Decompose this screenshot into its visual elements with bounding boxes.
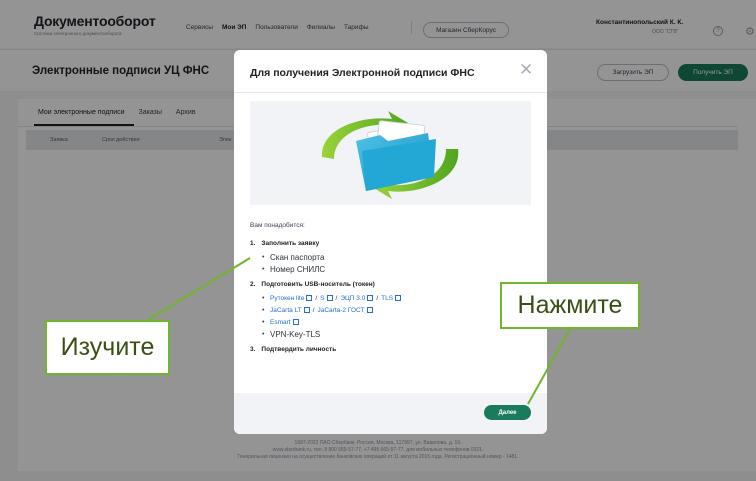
step-title: Подготовить USB-носитель (токен) [261,281,375,288]
next-button[interactable]: Далее [484,405,531,420]
step-number: 1. [250,240,256,247]
token-links-row-1: Рутокен lite/S/ЭЦП 3.0/TLS [262,293,535,305]
separator: / [315,295,318,302]
step-number: 3. [250,346,256,353]
external-link-icon [395,295,402,302]
step-3: 3. Подтвердить личность [250,346,535,353]
step-2-items: Рутокен lite/S/ЭЦП 3.0/TLS JaCarta LT/Ja… [262,293,535,341]
step-2: 2. Подготовить USB-носитель (токен) [250,281,535,288]
link-ecp-3[interactable]: ЭЦП 3.0 [340,295,365,302]
list-item: Скан паспорта [262,252,535,264]
link-tls[interactable]: TLS [381,295,393,302]
step-1: 1. Заполнить заявку [250,240,535,247]
step-title: Подтвердить личность [261,346,337,353]
external-link-icon [366,307,373,314]
token-links-row-3: Esmart [262,317,535,329]
list-item: VPN-Key-TLS [262,329,535,341]
external-link-icon [292,319,299,326]
separator: / [312,307,315,314]
modal-title: Для получения Электронной подписи ФНС [250,67,475,79]
requirements-label: Вам понадобится: [250,222,305,229]
modal-footer: Далее [234,393,547,434]
token-links-row-2: JaCarta LT /JaCarta-2 ГОСТ [262,305,535,317]
link-esmart[interactable]: Esmart [270,319,291,326]
link-jacarta-2-gost[interactable]: JaCarta-2 ГОСТ [317,307,364,314]
step-number: 2. [250,281,256,288]
external-link-icon [367,295,374,302]
separator: / [335,295,338,302]
modal-divider [234,92,547,93]
link-rutoken-s[interactable]: S [320,295,324,302]
folder-arrows-icon [321,111,459,199]
close-icon[interactable]: ✕ [519,61,533,78]
callout-press: Нажмите [500,282,640,329]
folder-illustration [250,101,531,205]
link-rutoken-lite[interactable]: Рутокен lite [270,295,304,302]
external-link-icon [303,307,310,314]
steps-list: 1. Заполнить заявку Скан паспорта Номер … [250,240,535,353]
signature-modal: Для получения Электронной подписи ФНС ✕ [234,50,547,434]
separator: / [376,295,379,302]
step-1-items: Скан паспорта Номер СНИЛС [262,252,535,276]
list-item: Номер СНИЛС [262,264,535,276]
external-link-icon [306,295,313,302]
link-jacarta-lt[interactable]: JaCarta LT [270,307,302,314]
callout-study: Изучите [45,320,170,375]
external-link-icon [326,295,333,302]
step-title: Заполнить заявку [261,240,320,247]
